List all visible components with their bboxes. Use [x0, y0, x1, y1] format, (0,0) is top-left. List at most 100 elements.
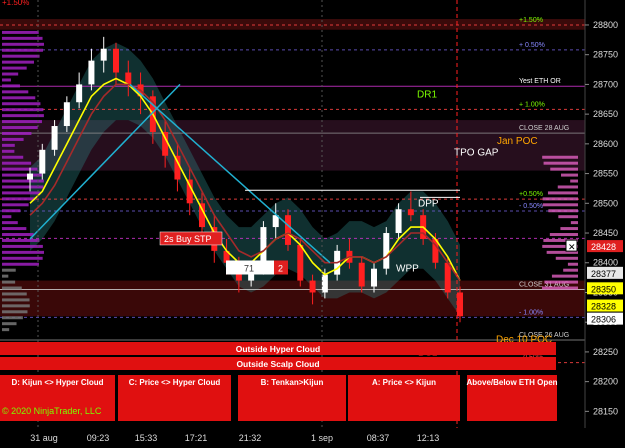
level-label: +1.50% [519, 17, 543, 24]
volume-profile-bar [2, 292, 27, 296]
price-tick-label: 28500 [593, 198, 618, 208]
candle-body [76, 84, 83, 103]
price-tick-label: 28650 [593, 109, 618, 119]
volume-profile-bar [570, 179, 578, 183]
level-label: CLOSE 28 AUG [519, 125, 569, 132]
volume-profile-bar [2, 209, 21, 213]
volume-profile-bar [560, 227, 578, 231]
price-tick-label: 28600 [593, 139, 618, 149]
volume-profile-bar [2, 102, 41, 106]
candle-body [100, 48, 107, 61]
volume-profile-bar [2, 155, 24, 159]
price-tick-label: 28250 [593, 347, 618, 357]
volume-profile-bar [2, 149, 15, 153]
volume-profile-bar [555, 256, 578, 260]
candle-body [309, 280, 316, 293]
signal-label: B: Tenkan>Kijun [261, 378, 324, 387]
volume-profile-bar [2, 173, 42, 177]
candle-body [321, 274, 328, 293]
candle-body [444, 262, 451, 293]
volume-profile-bar [548, 209, 578, 213]
volume-profile-bar [2, 280, 16, 284]
volume-profile-bar [563, 268, 578, 272]
volume-profile-bar [547, 191, 578, 195]
candle-body [407, 209, 414, 216]
volume-profile-bar [2, 322, 17, 326]
volume-profile-bar [2, 48, 43, 52]
volume-profile-bar [2, 203, 29, 207]
candle-body [88, 60, 95, 85]
volume-profile-bar [2, 244, 43, 248]
volume-profile-bar [2, 286, 22, 290]
signal-label: A: Price <> Kijun [372, 378, 436, 387]
volume-profile-bar [2, 72, 19, 76]
time-tick-label: 31 aug [30, 433, 58, 443]
position-count: 2 [278, 264, 283, 274]
candle-body [51, 126, 58, 150]
volume-profile-bar [542, 203, 578, 207]
volume-profile-bar [2, 233, 34, 237]
volume-profile-bar [550, 167, 578, 171]
candle-body [39, 149, 46, 174]
price-tick-label: 28550 [593, 169, 618, 179]
copyright-text: © 2020 NinjaTrader, LLC [2, 406, 102, 416]
volume-profile-bar [2, 215, 12, 219]
volume-profile-bar [2, 316, 23, 320]
volume-profile-bar [2, 167, 38, 171]
price-chart-canvas[interactable]: +1.50% + 0.50% Yest ETH OR + 1.00% CLOSE 28 … [0, 0, 625, 443]
volume-profile-bar [549, 233, 578, 237]
volume-profile-bar [2, 238, 40, 242]
volume-profile-bar [2, 36, 43, 40]
price-tick-label: 28450 [593, 228, 618, 238]
candle-body [457, 292, 463, 317]
volume-profile-bar [2, 143, 15, 147]
annotation-jan-poc: Jan POC [497, 136, 538, 147]
price-flag-label: 28328 [591, 302, 616, 312]
trading-chart[interactable]: +1.50% + 0.50% Yest ETH OR + 1.00% CLOSE 28 … [0, 0, 625, 443]
annotation-wpp: WPP [396, 264, 419, 275]
level-label: Yest ETH OR [519, 78, 561, 85]
price-tick-label: 28700 [593, 79, 618, 89]
volume-profile-bar [2, 131, 32, 135]
price-tick-label: 28150 [593, 406, 618, 416]
time-tick-label: 1 sep [311, 433, 333, 443]
volume-profile-bar [557, 185, 578, 189]
volume-profile-bar [2, 90, 29, 94]
volume-profile-bar [2, 108, 44, 112]
position-qty: 71 [244, 264, 254, 274]
level-label: - 0.50% [519, 203, 543, 210]
volume-profile-bar [2, 262, 39, 266]
volume-profile-bar [2, 274, 9, 278]
signal-label: C: Price <> Hyper Cloud [129, 378, 221, 387]
time-tick-label: 21:32 [239, 433, 262, 443]
signal-label: D: Kijun <> Hyper Cloud [11, 378, 103, 387]
volume-profile-bar [551, 274, 578, 278]
volume-profile-bar [542, 155, 578, 159]
signal-label: Above/Below ETH Open [466, 378, 557, 387]
volume-profile-bar [543, 161, 578, 165]
volume-profile-bar [2, 84, 20, 88]
status-band-label: Outside Scalp Cloud [236, 359, 319, 369]
price-flag-label: 28350 [591, 284, 616, 294]
volume-profile-bar [2, 304, 30, 308]
volume-profile-bar [2, 221, 18, 225]
level-label: +0.50% [519, 191, 543, 198]
volume-profile-bar [567, 262, 578, 266]
volume-profile-bar [2, 310, 28, 314]
volume-profile-bar [558, 215, 578, 219]
resistance-zone [0, 19, 585, 30]
time-tick-label: 17:21 [185, 433, 208, 443]
price-tick-label: 28800 [593, 20, 618, 30]
volume-profile-bar [544, 280, 578, 284]
volume-profile-bar [2, 161, 32, 165]
volume-profile-bar [2, 54, 40, 58]
candle-body [113, 48, 119, 73]
candle-body [297, 244, 304, 281]
time-tick-label: 09:23 [87, 433, 110, 443]
candle-body [395, 209, 402, 234]
top-partial-label: +1.50% [2, 0, 29, 7]
volume-profile-bar [570, 221, 578, 225]
volume-profile-bar [2, 137, 24, 141]
volume-profile-bar [2, 78, 11, 82]
volume-profile-bar [561, 173, 578, 177]
